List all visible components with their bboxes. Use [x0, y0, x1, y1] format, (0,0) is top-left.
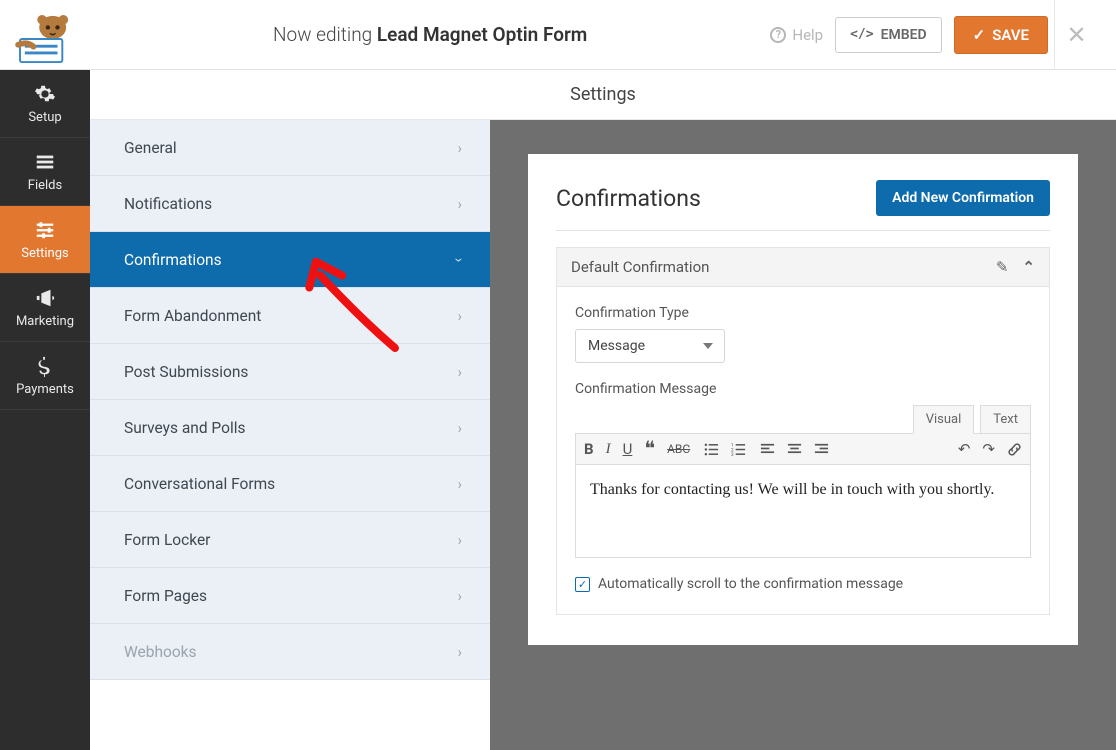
- strike-icon[interactable]: ABC: [667, 440, 690, 458]
- bold-icon[interactable]: B: [584, 440, 594, 458]
- dollar-icon: [34, 355, 56, 377]
- settings-item-label: Form Abandonment: [124, 307, 261, 325]
- settings-item-form-pages[interactable]: Form Pages ›: [90, 568, 490, 624]
- ul-icon[interactable]: [704, 442, 719, 457]
- app-logo: [0, 0, 90, 70]
- confirmation-accordion-header[interactable]: Default Confirmation ✎ ⌃: [556, 247, 1050, 287]
- rail-item-fields[interactable]: Fields: [0, 138, 90, 206]
- close-icon: ✕: [1066, 21, 1086, 49]
- confirmation-message-editor[interactable]: Thanks for contacting us! We will be in …: [575, 465, 1031, 558]
- settings-sidebar: General › Notifications › Confirmations …: [90, 70, 490, 750]
- rail-item-marketing[interactable]: Marketing: [0, 274, 90, 342]
- chevron-down-icon: ›: [451, 257, 469, 262]
- settings-item-label: Surveys and Polls: [124, 419, 245, 437]
- align-center-icon[interactable]: [787, 442, 802, 457]
- settings-item-label: Confirmations: [124, 251, 222, 269]
- rail-label: Payments: [16, 382, 74, 397]
- editor-tab-text[interactable]: Text: [980, 405, 1031, 434]
- quote-icon[interactable]: ❝: [644, 440, 655, 458]
- help-label: Help: [792, 26, 823, 44]
- rail-label: Marketing: [16, 314, 74, 329]
- confirmation-type-label: Confirmation Type: [575, 305, 1031, 321]
- page-title: Settings: [90, 70, 1116, 120]
- editor-toolbar: B I U ❝ ABC 123: [575, 433, 1031, 465]
- form-name: Lead Magnet Optin Form: [377, 23, 587, 46]
- gear-icon: [34, 83, 56, 105]
- undo-icon[interactable]: ↶: [958, 440, 971, 458]
- chevron-up-icon[interactable]: ⌃: [1022, 258, 1035, 276]
- rail-item-settings[interactable]: Settings: [0, 206, 90, 274]
- italic-icon[interactable]: I: [606, 440, 611, 458]
- align-right-icon[interactable]: [814, 442, 829, 457]
- editing-prefix: Now editing: [273, 23, 372, 46]
- help-link[interactable]: ? Help: [770, 26, 823, 44]
- rail-item-setup[interactable]: Setup: [0, 70, 90, 138]
- settings-item-label: General: [124, 139, 177, 157]
- auto-scroll-checkbox[interactable]: ✓: [575, 577, 590, 592]
- sliders-icon: [34, 219, 56, 241]
- rail-label: Settings: [21, 246, 68, 261]
- list-icon: [34, 151, 56, 173]
- settings-item-general[interactable]: General ›: [90, 120, 490, 176]
- ol-icon[interactable]: 123: [731, 442, 746, 457]
- confirmation-type-select[interactable]: Message: [575, 329, 725, 363]
- left-nav-rail: Setup Fields Settings Marketing Payments: [0, 70, 90, 750]
- confirmations-heading: Confirmations: [556, 185, 701, 212]
- editing-label: Now editing Lead Magnet Optin Form: [90, 23, 770, 46]
- underline-icon[interactable]: U: [623, 440, 633, 458]
- chevron-right-icon: ›: [457, 307, 462, 325]
- settings-item-conversational[interactable]: Conversational Forms ›: [90, 456, 490, 512]
- settings-item-label: Post Submissions: [124, 363, 248, 381]
- redo-icon[interactable]: ↷: [982, 440, 995, 458]
- add-confirmation-button[interactable]: Add New Confirmation: [876, 180, 1050, 216]
- code-icon: </>: [850, 27, 873, 42]
- settings-item-surveys[interactable]: Surveys and Polls ›: [90, 400, 490, 456]
- chevron-right-icon: ›: [457, 139, 462, 157]
- svg-text:3: 3: [731, 452, 734, 457]
- settings-item-label: Notifications: [124, 195, 212, 213]
- settings-item-notifications[interactable]: Notifications ›: [90, 176, 490, 232]
- confirmation-message-label: Confirmation Message: [575, 381, 1031, 397]
- save-label: SAVE: [992, 26, 1029, 44]
- settings-item-label: Form Locker: [124, 531, 210, 549]
- top-bar: Now editing Lead Magnet Optin Form ? Hel…: [0, 0, 1116, 70]
- chevron-right-icon: ›: [457, 363, 462, 381]
- editor-tab-visual[interactable]: Visual: [913, 405, 975, 434]
- chevron-right-icon: ›: [457, 643, 462, 661]
- rail-label: Fields: [28, 178, 62, 193]
- settings-item-confirmations[interactable]: Confirmations ›: [90, 232, 490, 288]
- chevron-right-icon: ›: [457, 531, 462, 549]
- settings-item-form-abandonment[interactable]: Form Abandonment ›: [90, 288, 490, 344]
- check-icon: ✓: [973, 26, 986, 44]
- chevron-right-icon: ›: [457, 587, 462, 605]
- chevron-right-icon: ›: [457, 195, 462, 213]
- chevron-right-icon: ›: [457, 419, 462, 437]
- embed-button[interactable]: </> EMBED: [835, 17, 942, 53]
- preview-pane: Confirmations Add New Confirmation Defau…: [490, 120, 1116, 750]
- help-icon: ?: [770, 27, 786, 43]
- link-icon[interactable]: [1007, 440, 1022, 458]
- settings-item-post-submissions[interactable]: Post Submissions ›: [90, 344, 490, 400]
- megaphone-icon: [34, 287, 56, 309]
- embed-label: EMBED: [881, 27, 927, 43]
- settings-item-form-locker[interactable]: Form Locker ›: [90, 512, 490, 568]
- save-button[interactable]: ✓ SAVE: [954, 16, 1048, 54]
- chevron-right-icon: ›: [457, 475, 462, 493]
- rail-label: Setup: [28, 110, 61, 125]
- confirmation-accordion-body: Confirmation Type Message Confirmation M…: [556, 287, 1050, 615]
- align-left-icon[interactable]: [760, 442, 775, 457]
- settings-item-label: Conversational Forms: [124, 475, 275, 493]
- edit-icon[interactable]: ✎: [996, 258, 1009, 276]
- accordion-title: Default Confirmation: [571, 258, 709, 276]
- settings-item-label: Webhooks: [124, 643, 197, 661]
- close-button[interactable]: ✕: [1054, 0, 1098, 70]
- settings-item-label: Form Pages: [124, 587, 207, 605]
- confirmations-panel: Confirmations Add New Confirmation Defau…: [528, 154, 1078, 645]
- rail-item-payments[interactable]: Payments: [0, 342, 90, 410]
- auto-scroll-label: Automatically scroll to the confirmation…: [598, 576, 903, 592]
- settings-item-webhooks[interactable]: Webhooks ›: [90, 624, 490, 680]
